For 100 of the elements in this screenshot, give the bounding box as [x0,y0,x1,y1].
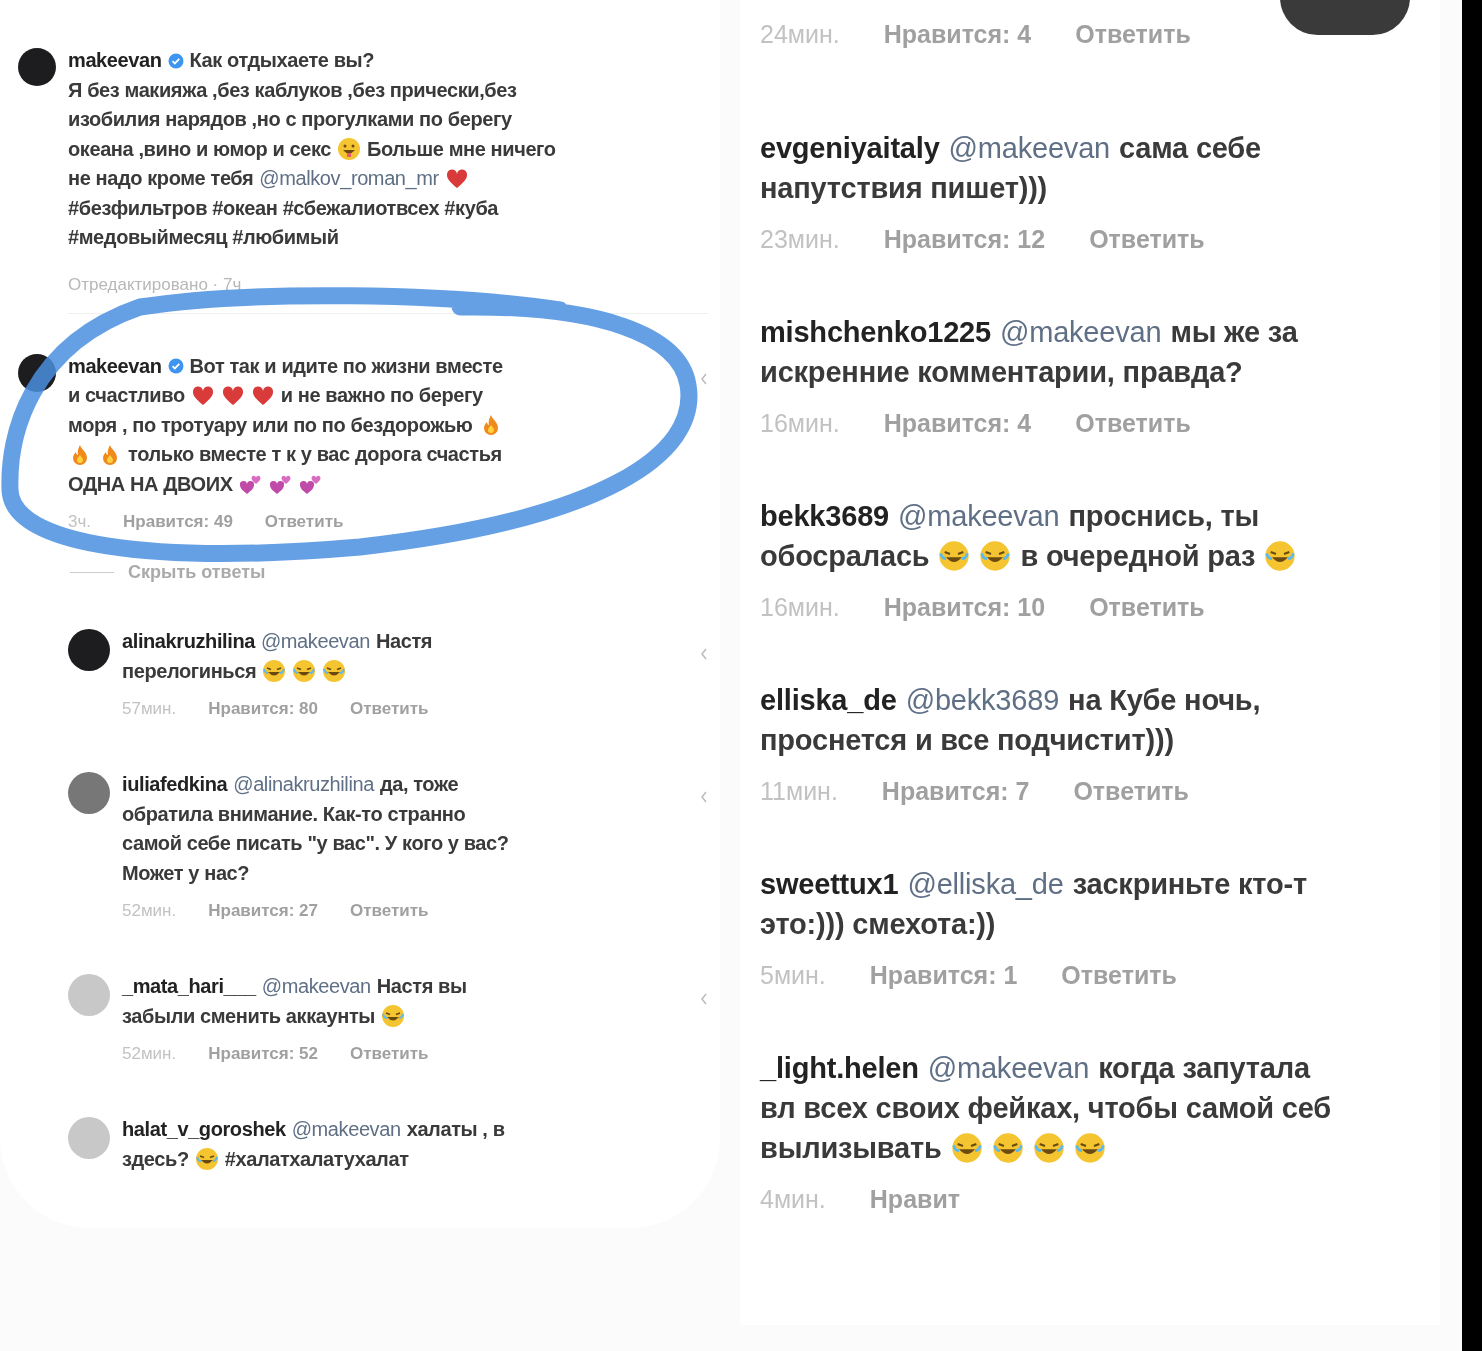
comment-text: ОДНА НА ДВОИХ [68,472,233,496]
username-link[interactable]: mishchenko1225 [760,315,991,349]
mention-link[interactable]: @makeevan [999,315,1162,349]
mention-link[interactable]: @elliska_de [907,867,1064,901]
mention-link[interactable]: @bekk3689 [905,683,1060,717]
chevron-left-icon[interactable] [700,371,708,386]
comment-text: вылизывать [760,1131,942,1165]
mention-link[interactable]: @alinakruzhilina [233,773,374,797]
likes-count[interactable]: Нравится: 80 [208,699,318,719]
comment-text: когда запутала [1098,1051,1310,1085]
comment-text: в очередной раз [1020,539,1256,573]
likes-count[interactable]: Нравит [869,1185,961,1214]
comment-text: изобилия нарядов ,но с прогулками по берегу [68,108,512,132]
likes-count[interactable]: Нравится: 12 [883,225,1046,254]
comment-text: искренние комментарии, правда? [760,355,1243,389]
username-link[interactable]: elliska_de [760,683,897,717]
time-label: 16мин. [760,593,840,622]
time-label: 23мин. [760,225,840,254]
mention-link[interactable]: @makeevan [898,499,1060,533]
likes-count[interactable]: Нравится: 27 [208,901,318,921]
chevron-left-icon[interactable] [700,790,708,804]
likes-count[interactable]: Нравится: 52 [208,1044,318,1064]
time-label: 11мин. [760,777,838,806]
comment-text: мы же за [1170,315,1298,349]
username-link[interactable]: bekk3689 [760,499,889,533]
comment-text: только вместе т к у вас дорога счастья [128,443,502,467]
username-link[interactable]: _mata_hari___ [122,975,256,999]
time-label: 52мин. [122,901,177,921]
mention-link[interactable]: @makeevan [291,1118,401,1142]
reply-button[interactable]: Ответить [350,901,429,921]
likes-count[interactable]: Нравится: 10 [883,593,1046,622]
mention-link[interactable]: @makeevan [260,630,370,654]
comment-text: Вот так и идите по жизни вместе [189,354,503,378]
username-link[interactable]: evgeniyaitaly [760,131,940,165]
mention-link[interactable]: @makeevan [948,131,1110,165]
comment-text: халаты , в [406,1118,505,1142]
username-link[interactable]: makeevan [68,49,162,73]
reply-button[interactable]: Ответить [1075,409,1191,438]
username-link[interactable]: iuliafedkina [122,773,228,797]
username-link[interactable]: halat_v_goroshek [122,1118,286,1142]
likes-count[interactable]: Нравится: 7 [881,777,1030,806]
reply-button[interactable]: Ответить [1073,777,1189,806]
comment-text: обратила внимание. Как-то странно [122,802,466,826]
comment-text: #безфильтров #океан #сбежалиотвсех #куба [68,196,499,220]
likes-count[interactable]: Нравится: 49 [123,512,233,532]
comment-text: не надо кроме тебя [68,167,254,191]
mention-link[interactable]: @makeevan [261,975,371,999]
comment-text: Может у нас? [122,861,250,885]
comment-text: да, тоже [379,773,459,797]
likes-count[interactable]: Нравится: 4 [883,20,1032,49]
reply-button[interactable]: Ответить [350,1044,429,1064]
chevron-left-icon[interactable] [700,992,708,1006]
laughing-face-icon [194,1147,219,1172]
reply-button[interactable]: Ответить [1075,20,1191,49]
time-label: 4мин. [760,1185,826,1214]
laughing-face-icon [381,1004,405,1029]
comment-text: забыли сменить аккаунты [122,1004,375,1028]
laughing-face-icon [322,659,347,684]
reply-button[interactable]: Ответить [1089,593,1205,622]
laughing-face-icon [991,1132,1024,1164]
time-label: 3ч. [68,512,92,532]
laughing-face-icon [1264,540,1297,572]
laughing-face-icon [950,1132,983,1164]
laughing-face-icon [979,540,1012,572]
comment-text: Настя [375,630,433,654]
username-link[interactable]: alinakruzhilina [122,630,255,654]
likes-count[interactable]: Нравится: 4 [883,409,1032,438]
comment-text: и не важно по берегу [280,384,483,408]
avatar[interactable] [68,629,110,671]
reply-button[interactable]: Ответить [350,699,429,719]
laughing-face-icon [292,659,317,684]
comment-text: это:))) смехота:)) [760,907,996,941]
edited-label: Отредактировано · 7ч [68,274,243,295]
mention-link[interactable]: @makeevan [927,1051,1090,1085]
comment-text: обосралась [760,539,930,573]
time-label: 57мин. [122,699,177,719]
time-label: 16мин. [760,409,840,438]
comment-text: океана ,вино и юмор и секс [68,137,331,161]
comment-text: Я без макияжа ,без каблуков ,без прически,без [68,78,517,102]
likes-count[interactable]: Нравится: 1 [869,961,1018,990]
time-label: 52мин. [122,1044,177,1064]
username-link[interactable]: makeevan [68,354,162,378]
username-link[interactable]: _light.helen [760,1051,919,1085]
chevron-left-icon[interactable] [700,647,708,661]
comment-text: Больше мне ничего [367,137,556,161]
comment-text: здесь? [122,1147,189,1171]
time-label: 24мин. [760,20,840,49]
comment-text: напутствия пишет))) [760,171,1048,205]
comment-text: и счастливо [68,384,185,408]
grinning-face-icon [337,137,361,162]
avatar[interactable] [18,48,56,86]
reply-button[interactable]: Ответить [1061,961,1177,990]
comment-text: Настя вы [376,975,467,999]
reply-button[interactable]: Ответить [264,512,344,532]
mention-link[interactable]: @malkov_roman_mr [259,167,439,191]
comment-text: моря , по тротуару или по по бездорожью [68,413,473,437]
comment-text: перелогинься [122,659,257,683]
reply-button[interactable]: Ответить [1089,225,1205,254]
username-link[interactable]: sweettux1 [760,867,899,901]
time-label: 5мин. [760,961,826,990]
